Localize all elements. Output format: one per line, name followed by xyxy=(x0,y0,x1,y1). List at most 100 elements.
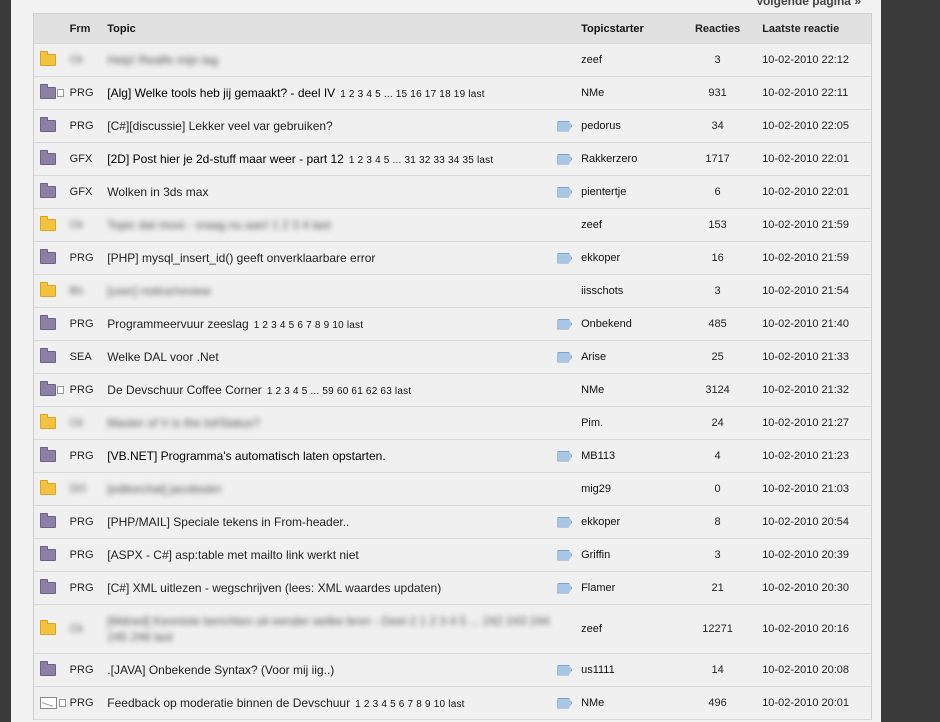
row-laatste-reactie[interactable]: 10-02-2010 21:40 xyxy=(753,318,871,330)
tag-icon[interactable] xyxy=(557,186,573,198)
topic-pagination[interactable]: 1 2 3 4 5 6 7 8 9 10 last xyxy=(254,320,364,331)
tag-icon[interactable] xyxy=(557,516,573,528)
row-forum[interactable]: GFX xyxy=(70,153,106,165)
topic-title-link[interactable]: Master of V is the lol/Status? xyxy=(107,416,260,430)
tag-icon[interactable] xyxy=(557,664,573,676)
topic-title-link[interactable]: [user] notice/review xyxy=(107,284,210,298)
row-laatste-reactie[interactable]: 10-02-2010 21:23 xyxy=(753,450,871,462)
row-forum[interactable]: Ck xyxy=(70,219,106,231)
row-laatste-reactie[interactable]: 10-02-2010 20:30 xyxy=(753,582,871,594)
row-forum[interactable]: PRG xyxy=(70,252,106,264)
topic-title-link[interactable]: Topic dat mooi - vraag nu aan! 1 2 3 4 l… xyxy=(107,218,330,232)
row-forum[interactable]: PRG xyxy=(70,450,106,462)
row-topicstarter[interactable]: ekkoper xyxy=(581,516,682,528)
tag-icon[interactable] xyxy=(557,582,573,594)
topic-title-link[interactable]: .[JAVA] Onbekende Syntax? (Voor mij iig.… xyxy=(107,663,334,677)
topic-title-link[interactable]: Programmeervuur zeeslag xyxy=(107,317,248,331)
header-reacties[interactable]: Reacties xyxy=(682,23,753,35)
row-laatste-reactie[interactable]: 10-02-2010 21:27 xyxy=(753,417,871,429)
row-forum[interactable]: PRG xyxy=(70,384,106,396)
row-forum[interactable]: PRG xyxy=(70,697,106,709)
row-topicstarter[interactable]: Arise xyxy=(581,351,682,363)
topic-title-link[interactable]: [C#] XML uitlezen - wegschrijven (lees: … xyxy=(107,581,441,595)
row-laatste-reactie[interactable]: 10-02-2010 22:05 xyxy=(753,120,871,132)
row-laatste-reactie[interactable]: 10-02-2010 21:59 xyxy=(753,219,871,231)
row-topicstarter[interactable]: Flamer xyxy=(581,582,682,594)
row-topicstarter[interactable]: Griffin xyxy=(581,549,682,561)
table-row[interactable]: PRG Programmeervuur zeeslag 1 2 3 4 5 6 7 … xyxy=(34,308,871,341)
table-row[interactable]: PRG [VB.NET] Programma's automatisch late… xyxy=(34,440,871,473)
table-row[interactable]: PRG [C#][discussie] Lekker veel var gebru… xyxy=(34,110,871,143)
topic-title-link[interactable]: [editorchat] jacobsdm xyxy=(107,482,221,496)
tag-icon[interactable] xyxy=(557,153,573,165)
row-topicstarter[interactable]: Onbekend xyxy=(581,318,682,330)
row-topicstarter[interactable]: MB113 xyxy=(581,450,682,462)
row-laatste-reactie[interactable]: 10-02-2010 20:08 xyxy=(753,664,871,676)
table-row[interactable]: SEA Welke DAL voor .Net Arise 25 10-02-2010 … xyxy=(34,341,871,374)
row-topicstarter[interactable]: NMe xyxy=(581,384,682,396)
tag-icon[interactable] xyxy=(557,351,573,363)
row-forum[interactable]: DO xyxy=(70,483,106,495)
table-row[interactable]: Ck Topic dat mooi - vraag nu aan! 1 2 3 4… xyxy=(34,209,871,242)
table-row[interactable]: PRG [PHP/MAIL] Speciale tekens in From-he… xyxy=(34,506,871,539)
row-topicstarter[interactable]: pientertje xyxy=(581,186,682,198)
row-topicstarter[interactable]: NMe xyxy=(581,697,682,709)
table-row[interactable]: Ck [Mdrwd] Kenniste berichten uit eender … xyxy=(34,605,871,654)
row-topicstarter[interactable]: mig29 xyxy=(581,483,682,495)
tag-icon[interactable] xyxy=(557,450,573,462)
table-row[interactable]: PRG .[JAVA] Onbekende Syntax? (Voor mij i… xyxy=(34,654,871,687)
row-laatste-reactie[interactable]: 10-02-2010 20:39 xyxy=(753,549,871,561)
topic-pagination[interactable]: 1 2 3 4 5 ... 31 32 33 34 35 last xyxy=(349,155,493,166)
row-laatste-reactie[interactable]: 10-02-2010 22:01 xyxy=(753,186,871,198)
topic-title-link[interactable]: [ASPX - C#] asp:table met mailto link we… xyxy=(107,548,358,562)
row-forum[interactable]: Bo xyxy=(70,285,106,297)
header-frm[interactable]: Frm xyxy=(70,23,106,35)
row-laatste-reactie[interactable]: 10-02-2010 22:11 xyxy=(753,87,871,99)
table-row[interactable]: PRG [PHP] mysql_insert_id() geeft onverkl… xyxy=(34,242,871,275)
topic-pagination[interactable]: 1 2 3 4 5 ... 15 16 17 18 19 last xyxy=(340,89,484,100)
row-laatste-reactie[interactable]: 10-02-2010 21:03 xyxy=(753,483,871,495)
topic-title-link[interactable]: Welke DAL voor .Net xyxy=(107,350,218,364)
row-forum[interactable]: Ck xyxy=(70,417,106,429)
tag-icon[interactable] xyxy=(557,252,573,264)
topic-title-link[interactable]: [PHP] mysql_insert_id() geeft onverklaar… xyxy=(107,251,375,265)
topic-title-link[interactable]: Wolken in 3ds max xyxy=(107,185,208,199)
row-forum[interactable]: Ck xyxy=(70,623,106,635)
header-laatste-reactie[interactable]: Laatste reactie xyxy=(753,23,871,35)
row-forum[interactable]: GFX xyxy=(70,186,106,198)
topic-pagination[interactable]: 1 2 3 4 5 ... 59 60 61 62 63 last xyxy=(267,386,411,397)
row-topicstarter[interactable]: ekkoper xyxy=(581,252,682,264)
topic-title-link[interactable]: [VB.NET] Programma's automatisch laten o… xyxy=(107,449,385,463)
tag-icon[interactable] xyxy=(557,697,573,709)
topic-pagination[interactable]: 1 2 3 4 5 6 7 8 9 10 last xyxy=(355,699,465,710)
row-laatste-reactie[interactable]: 10-02-2010 20:16 xyxy=(753,623,871,635)
table-row[interactable]: PRG [Alg] Welke tools heb jij gemaakt? - … xyxy=(34,77,871,110)
topic-title-link[interactable]: [Mdrwd] Kenniste berichten uit eender we… xyxy=(107,614,549,644)
row-topicstarter[interactable]: Rakkerzero xyxy=(581,153,682,165)
row-forum[interactable]: PRG xyxy=(70,582,106,594)
table-row[interactable]: PRG [C#] XML uitlezen - wegschrijven (lee… xyxy=(34,572,871,605)
row-laatste-reactie[interactable]: 10-02-2010 21:54 xyxy=(753,285,871,297)
table-row[interactable]: GFX [2D] Post hier je 2d-stuff maar weer … xyxy=(34,143,871,176)
topic-title-link[interactable]: [2D] Post hier je 2d-stuff maar weer - p… xyxy=(107,152,344,166)
row-topicstarter[interactable]: zeef xyxy=(581,623,682,635)
row-laatste-reactie[interactable]: 10-02-2010 21:59 xyxy=(753,252,871,264)
row-topicstarter[interactable]: zeef xyxy=(581,54,682,66)
row-topicstarter[interactable]: Pim. xyxy=(581,417,682,429)
row-forum[interactable]: PRG xyxy=(70,516,106,528)
row-topicstarter[interactable]: zeef xyxy=(581,219,682,231)
table-row[interactable]: Bo [user] notice/review iisschots 3 10-02-20… xyxy=(34,275,871,308)
table-row[interactable]: DO [editorchat] jacobsdm mig29 0 10-02-2010 … xyxy=(34,473,871,506)
table-row[interactable]: PRG [ASPX - C#] asp:table met mailto link… xyxy=(34,539,871,572)
topic-title-link[interactable]: [C#][discussie] Lekker veel var gebruike… xyxy=(107,119,332,133)
table-row[interactable]: PRG Feedback op moderatie binnen de Devsc… xyxy=(34,687,871,720)
table-row[interactable]: Ck Master of V is the lol/Status? Pim. 24 10… xyxy=(34,407,871,440)
row-forum[interactable]: PRG xyxy=(70,664,106,676)
row-forum[interactable]: SEA xyxy=(70,351,106,363)
row-laatste-reactie[interactable]: 10-02-2010 20:01 xyxy=(753,697,871,709)
tag-icon[interactable] xyxy=(557,549,573,561)
row-laatste-reactie[interactable]: 10-02-2010 21:32 xyxy=(753,384,871,396)
row-laatste-reactie[interactable]: 10-02-2010 21:33 xyxy=(753,351,871,363)
next-page-link[interactable]: Volgende pagina » xyxy=(756,0,861,8)
table-row[interactable]: Ck Help! Realfe mijn lag zeef 3 10-02-2010 2… xyxy=(34,44,871,77)
